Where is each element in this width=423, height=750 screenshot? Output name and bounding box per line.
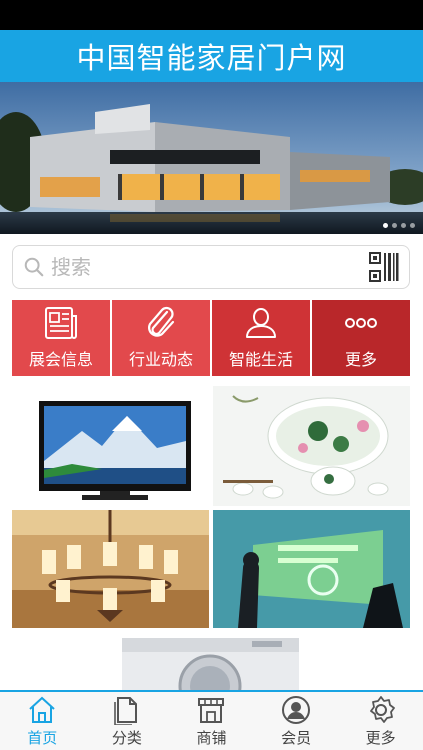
nav-tile-label: 展会信息 [28,350,93,369]
nav-tile-smart-life[interactable]: 智能生活 [212,300,310,376]
product-card-smart-screen[interactable] [213,510,410,628]
tab-shop[interactable]: 商铺 [176,695,246,748]
banner-dots[interactable] [383,223,415,228]
washing-machine-image [112,638,309,690]
banner-dot[interactable] [383,223,388,228]
shop-icon [198,697,225,723]
category-icon [114,696,137,725]
tab-label: 分类 [111,728,142,747]
search-input[interactable] [51,255,369,279]
page-title: 中国智能家居门户网 [76,41,347,75]
tab-label: 会员 [281,728,312,747]
nav-tile-industry-news[interactable]: 行业动态 [112,300,210,376]
nav-tile-exhibition[interactable]: 展会信息 [12,300,110,376]
chandelier-image [12,510,209,628]
tab-label: 首页 [27,728,58,747]
nav-tile-more[interactable]: 更多 [312,300,410,376]
settings-gear-icon [369,695,395,723]
newspaper-icon [45,307,77,339]
quick-nav: 展会信息 行业动态 智能生活 更多 [12,300,410,376]
app-header: 中国智能家居门户网 [0,30,423,82]
paperclip-icon [148,306,175,337]
search-icon [24,257,44,277]
member-icon [282,695,311,724]
tea-set-image [213,386,410,506]
television-image [12,386,209,506]
banner-dot[interactable] [392,223,397,228]
tab-more[interactable]: 更多 [346,695,416,748]
nav-tile-label: 行业动态 [128,350,193,369]
tab-category[interactable]: 分类 [92,695,162,748]
tab-label: 商铺 [196,728,227,747]
qr-code-icon[interactable] [369,252,399,282]
banner-dot[interactable] [410,223,415,228]
bottom-tab-bar: 首页 分类 商铺 会员 更多 [0,690,423,750]
tab-label: 更多 [365,728,396,747]
search-bar[interactable] [12,245,410,289]
tab-home[interactable]: 首页 [7,695,77,748]
villa-banner-image [0,82,423,234]
user-outline-icon [246,307,276,338]
home-icon [29,696,55,723]
status-bar [0,0,423,30]
touchscreen-image [213,510,410,628]
banner-dot[interactable] [401,223,406,228]
hero-banner[interactable] [0,82,423,234]
product-card-tea-set[interactable] [213,386,410,506]
product-card-tv[interactable] [12,386,209,506]
nav-tile-label: 智能生活 [228,350,293,369]
more-dots-icon [345,318,377,328]
nav-tile-label: 更多 [344,350,377,369]
product-card-chandelier[interactable] [12,510,209,628]
tab-member[interactable]: 会员 [261,695,331,748]
product-card-washing-machine[interactable] [112,638,309,690]
